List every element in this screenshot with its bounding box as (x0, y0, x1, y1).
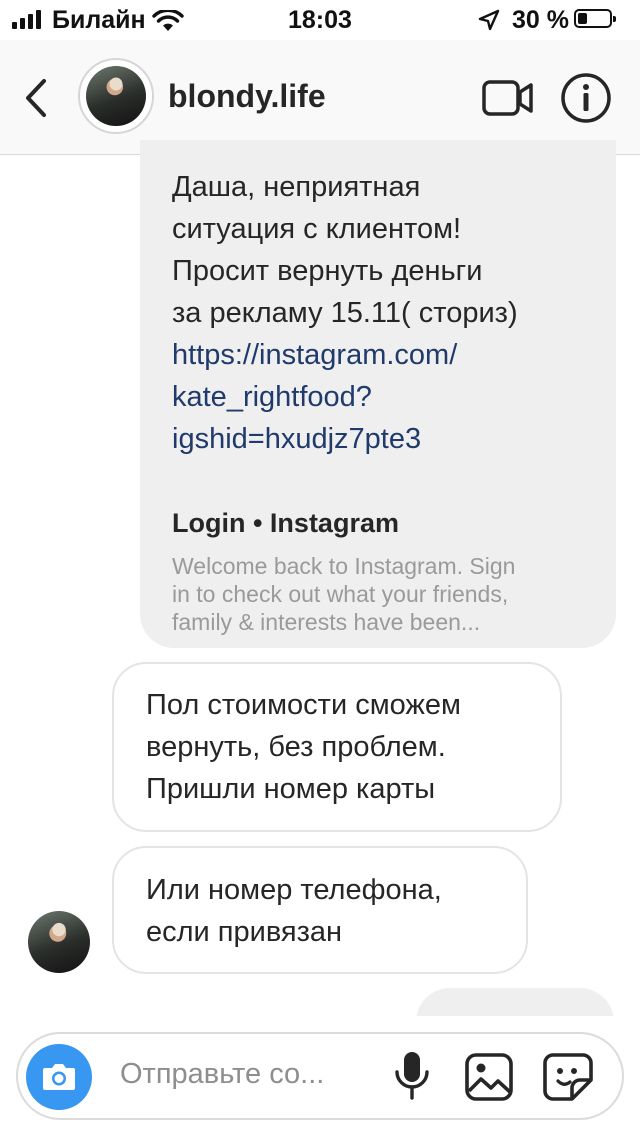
message-line: Или номер телефона, (146, 874, 442, 906)
link-preview-desc: family & interests have been... (172, 609, 481, 635)
gallery-icon[interactable] (464, 1052, 514, 1102)
video-call-icon[interactable] (482, 78, 534, 118)
message-line: Даша, неприятная (172, 171, 421, 203)
chat-username[interactable]: blondy.life (168, 78, 326, 115)
avatar[interactable] (78, 58, 154, 134)
location-arrow-icon (478, 9, 500, 31)
message-link[interactable]: igshid=hxudjz7pte3 (172, 418, 518, 460)
message-bubble-incoming[interactable]: Пол стоимости сможем вернуть, без пробле… (112, 662, 562, 832)
message-line: если привязан (146, 916, 343, 948)
sticker-icon[interactable] (542, 1052, 594, 1102)
battery-icon (574, 9, 616, 28)
message-bubble-outgoing[interactable]: Даша, неприятная ситуация с клиентом! Пр… (140, 140, 616, 648)
message-link[interactable]: kate_rightfood? (172, 376, 518, 418)
message-text: Даша, неприятная ситуация с клиентом! Пр… (172, 166, 518, 460)
message-line: ситуация с клиентом! (172, 213, 462, 245)
wifi-icon (152, 10, 184, 31)
message-text: Или номер телефона, если привязан (146, 869, 442, 953)
signal-icon (12, 9, 41, 29)
status-bar: Билайн 18:03 30 % (0, 0, 640, 40)
avatar-photo (86, 66, 146, 126)
link-preview-desc: Welcome back to Instagram. Sign (172, 553, 516, 579)
message-line: Просит вернуть деньги (172, 255, 483, 287)
message-text: Пол стоимости сможем вернуть, без пробле… (146, 684, 461, 810)
battery-percent: 30 % (512, 6, 569, 34)
camera-button[interactable] (26, 1044, 92, 1110)
chat-header: blondy.life (0, 40, 640, 155)
camera-icon (43, 1064, 75, 1090)
link-preview[interactable]: Login • Instagram Welcome back to Instag… (172, 502, 592, 636)
carrier-name: Билайн (52, 6, 146, 34)
microphone-icon[interactable] (392, 1050, 432, 1102)
message-link[interactable]: https://instagram.com/ (172, 334, 518, 376)
message-bubble-incoming[interactable]: Или номер телефона, если привязан (112, 846, 528, 974)
message-line: вернуть, без проблем. (146, 731, 446, 763)
info-icon[interactable] (560, 72, 612, 124)
message-input[interactable]: Отправьте со... (120, 1058, 324, 1091)
back-chevron-icon[interactable] (22, 78, 50, 118)
sender-avatar[interactable] (28, 911, 90, 973)
link-preview-title: Login • Instagram (172, 508, 399, 538)
message-line: Пришли номер карты (146, 773, 436, 805)
link-preview-desc: in to check out what your friends, (172, 581, 509, 607)
message-line: за рекламу 15.11( сториз) (172, 297, 518, 329)
message-line: Пол стоимости сможем (146, 689, 461, 721)
clock: 18:03 (288, 6, 352, 34)
